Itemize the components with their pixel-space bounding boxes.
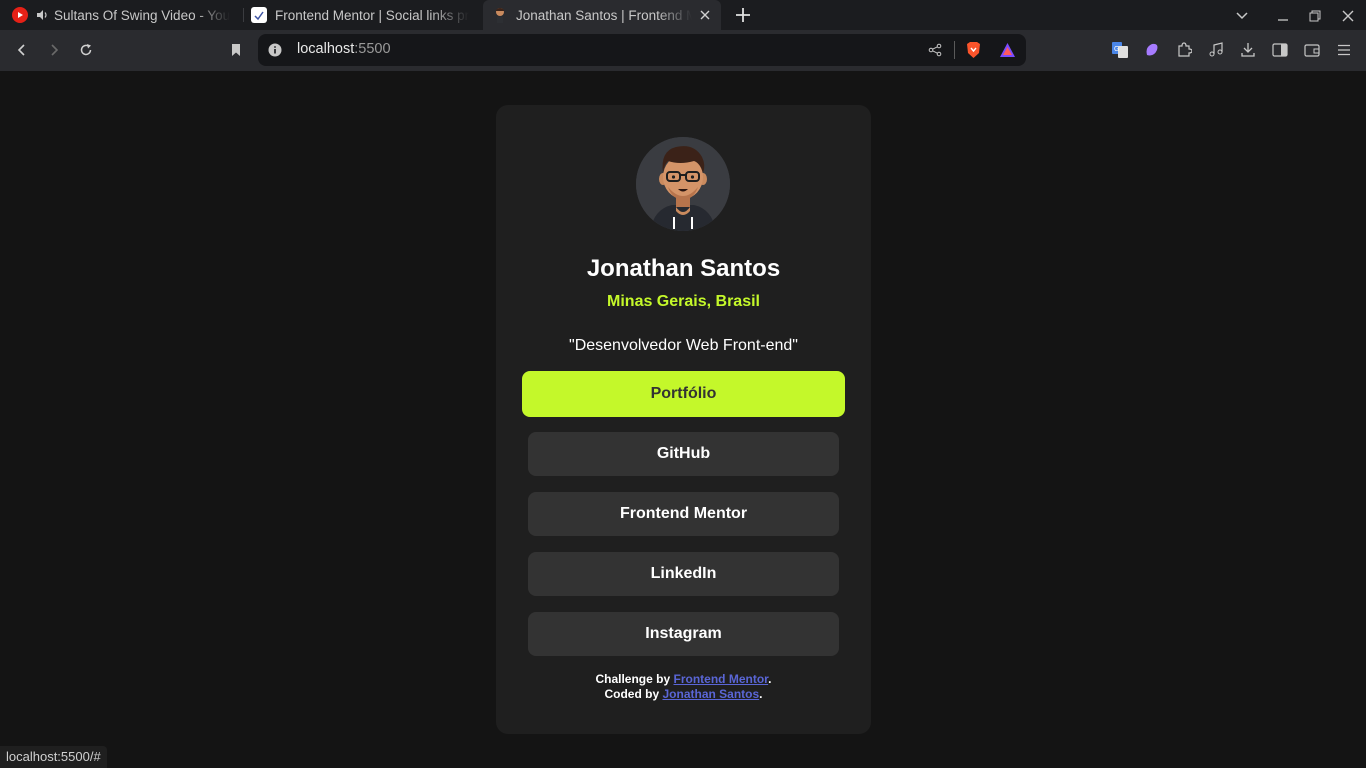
leo-ai-icon[interactable] <box>1144 42 1160 63</box>
audio-icon[interactable] <box>36 9 48 21</box>
frontend-mentor-button[interactable]: Frontend Mentor <box>528 492 839 536</box>
coded-period: . <box>759 687 763 701</box>
frontend-mentor-icon <box>251 7 267 23</box>
frontend-mentor-link[interactable]: Frontend Mentor <box>674 672 769 686</box>
profile-bio: "Desenvolvedor Web Front-end" <box>569 337 798 354</box>
tab-title: Sultans Of Swing Video - You <box>54 7 231 23</box>
avatar <box>636 137 730 231</box>
linkedin-button[interactable]: LinkedIn <box>528 552 839 596</box>
tab-title: Frontend Mentor | Social links pr <box>275 7 470 23</box>
youtube-icon <box>12 7 28 23</box>
close-tab-icon[interactable] <box>700 10 710 20</box>
attribution-challenge: Challenge by Frontend Mentor. <box>496 672 871 687</box>
url-separator <box>954 41 955 59</box>
close-window-button[interactable] <box>1342 9 1354 27</box>
menu-icon[interactable] <box>1336 42 1352 63</box>
url-text[interactable]: localhost:5500 <box>297 41 391 57</box>
url-host: localhost <box>297 41 355 57</box>
brave-rewards-icon[interactable] <box>999 42 1016 63</box>
plus-icon <box>736 8 750 22</box>
extensions-icon[interactable] <box>1176 42 1193 63</box>
back-button[interactable] <box>10 38 34 62</box>
attribution: Challenge by Frontend Mentor. Coded by J… <box>496 672 871 702</box>
portfolio-button[interactable]: Portfólio <box>522 371 845 417</box>
url-port: :5500 <box>354 41 391 57</box>
tab-jonathan-santos[interactable]: Jonathan Santos | Frontend M <box>483 0 721 30</box>
site-info-icon[interactable] <box>268 43 282 62</box>
instagram-button[interactable]: Instagram <box>528 612 839 656</box>
wallet-icon[interactable] <box>1304 42 1320 63</box>
bookmark-icon <box>232 44 240 56</box>
translate-icon[interactable]: G <box>1112 42 1128 63</box>
tab-title: Jonathan Santos | Frontend M <box>516 7 692 23</box>
tab-strip: Sultans Of Swing Video - You Frontend Me… <box>0 0 1366 30</box>
reload-button[interactable] <box>74 38 98 62</box>
tab-search-chevron-icon[interactable] <box>1236 9 1248 27</box>
back-arrow-icon <box>17 44 25 56</box>
avatar-illustration <box>636 137 730 231</box>
sidebar-icon[interactable] <box>1272 42 1288 63</box>
challenge-period: . <box>768 672 772 686</box>
downloads-icon[interactable] <box>1240 42 1256 63</box>
media-icon[interactable] <box>1208 42 1224 63</box>
avatar-favicon-icon <box>492 7 508 23</box>
tab-separator <box>243 8 244 22</box>
share-icon[interactable] <box>928 43 942 62</box>
minimize-button[interactable] <box>1277 9 1289 27</box>
tab-youtube[interactable]: Sultans Of Swing Video - You <box>12 0 235 30</box>
profile-name: Jonathan Santos <box>586 255 781 282</box>
challenge-prefix: Challenge by <box>595 672 674 686</box>
restore-button[interactable] <box>1309 9 1321 27</box>
attribution-coded: Coded by Jonathan Santos. <box>496 687 871 702</box>
coded-prefix: Coded by <box>604 687 663 701</box>
profile-location: Minas Gerais, Brasil <box>607 293 760 310</box>
github-button[interactable]: GitHub <box>528 432 839 476</box>
forward-button[interactable] <box>42 38 66 62</box>
bookmark-button[interactable] <box>224 38 248 62</box>
status-bar-url: localhost:5500/# <box>0 746 107 768</box>
new-tab-button[interactable] <box>735 7 751 23</box>
forward-arrow-icon <box>51 44 59 56</box>
brave-shields-icon[interactable] <box>965 41 982 64</box>
svg-text:G: G <box>1114 46 1119 53</box>
author-link[interactable]: Jonathan Santos <box>662 687 759 701</box>
reload-icon <box>80 44 92 56</box>
tab-frontend-mentor[interactable]: Frontend Mentor | Social links pr <box>251 0 475 30</box>
